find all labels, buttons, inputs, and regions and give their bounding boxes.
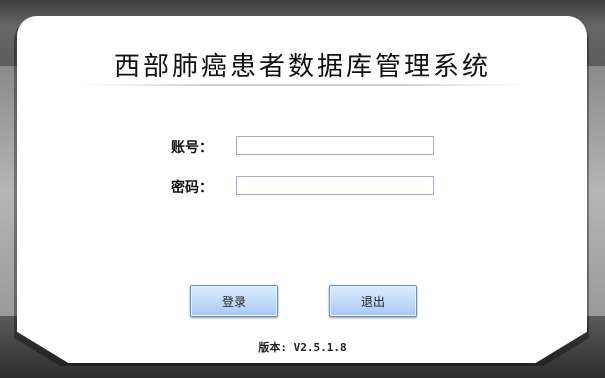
- password-label: 密码：: [171, 180, 213, 196]
- exit-button[interactable]: 退出: [329, 285, 417, 317]
- account-label: 账号：: [171, 140, 213, 156]
- login-button[interactable]: 登录: [190, 285, 278, 317]
- password-input[interactable]: [236, 176, 434, 195]
- account-input[interactable]: [236, 136, 434, 155]
- title-divider: [80, 84, 525, 86]
- version-label: 版本: V2.5.1.8: [258, 341, 347, 354]
- app-title: 西部肺癌患者数据库管理系统: [113, 52, 491, 82]
